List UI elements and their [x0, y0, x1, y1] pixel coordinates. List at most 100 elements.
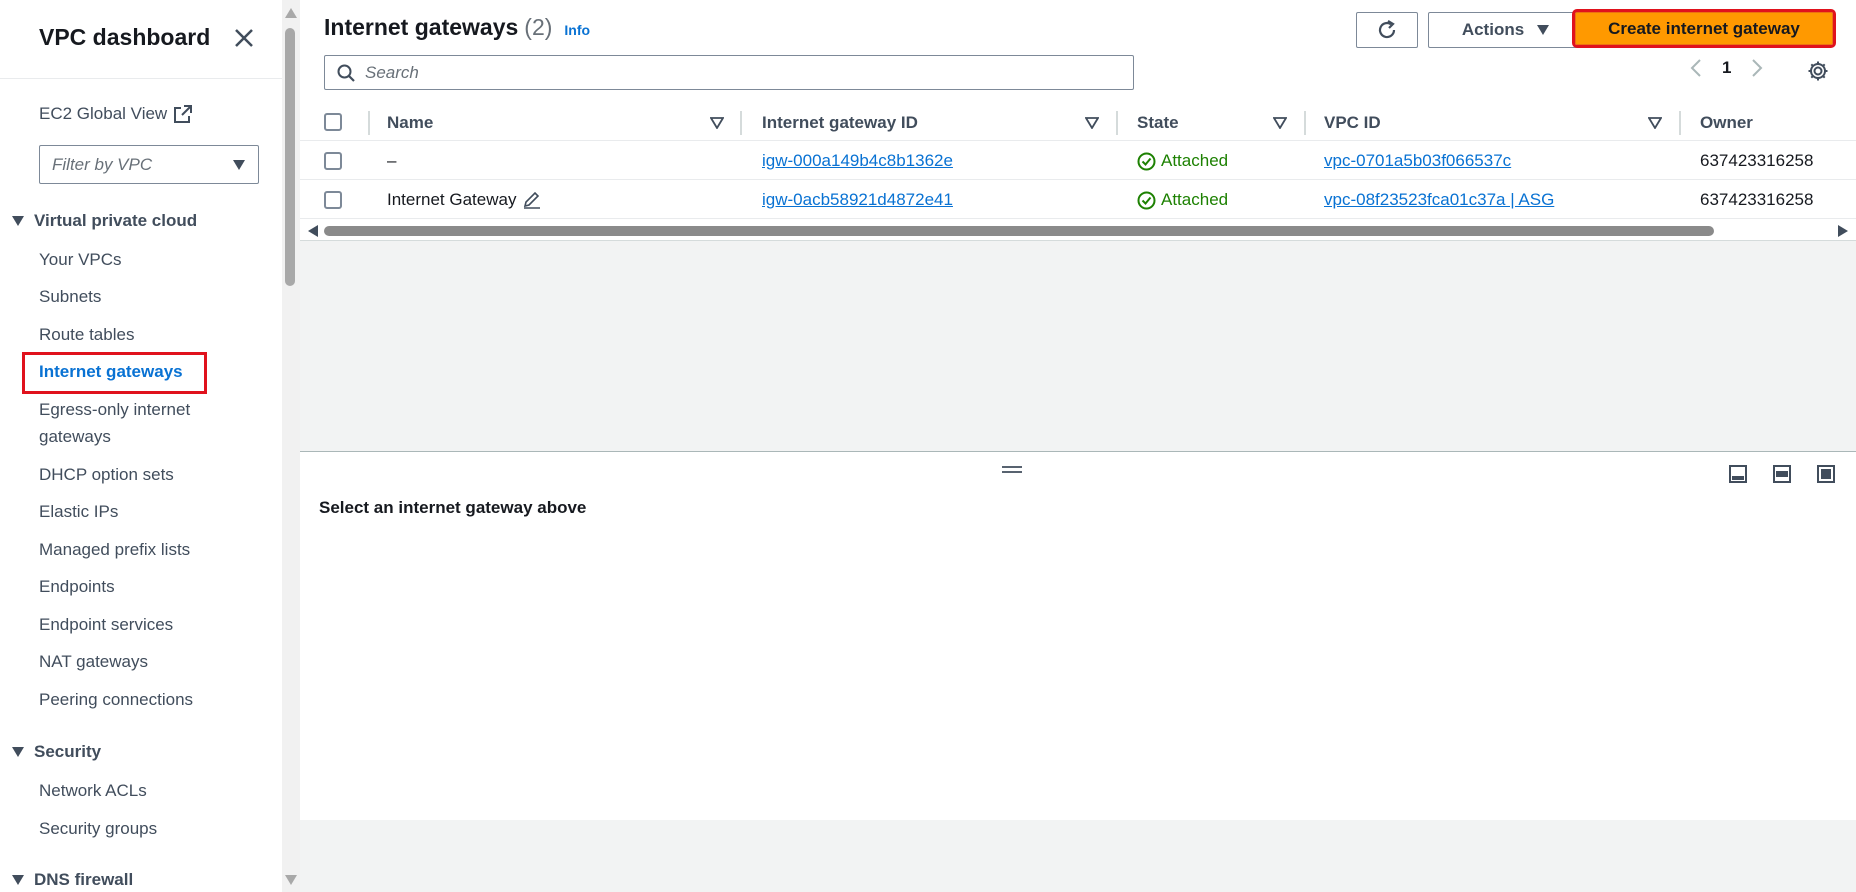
section-security[interactable]: Security: [12, 742, 101, 762]
actions-dropdown[interactable]: Actions: [1428, 12, 1584, 48]
sidebar-item-egress-only-internet-gateways[interactable]: Egress-only internet gateways: [39, 396, 239, 450]
cell-vpc-id-link[interactable]: vpc-08f23523fca01c37a | ASG: [1324, 190, 1554, 210]
split-panel-message: Select an internet gateway above: [319, 498, 587, 517]
cell-name-text: Internet Gateway: [387, 190, 517, 209]
drag-handle-icon[interactable]: [1000, 464, 1024, 476]
check-circle-icon: [1137, 152, 1156, 170]
column-divider[interactable]: [1679, 111, 1681, 135]
sidebar-item-label: EC2 Global View: [39, 104, 168, 123]
split-panel-position-controls: [1728, 464, 1836, 484]
chevron-right-icon[interactable]: [1751, 58, 1763, 78]
item-count: (2): [524, 14, 553, 40]
external-link-icon: [174, 105, 193, 123]
panel-full-icon[interactable]: [1816, 464, 1836, 484]
split-panel: Select an internet gateway above: [300, 451, 1856, 820]
caret-down-icon: [12, 875, 24, 885]
select-all-checkbox[interactable]: [324, 113, 342, 131]
section-title: Security: [34, 742, 102, 761]
info-link[interactable]: Info: [564, 22, 590, 38]
sidebar-item-your-vpcs[interactable]: Your VPCs: [39, 246, 122, 273]
page-number[interactable]: 1: [1722, 58, 1731, 78]
sidebar-item-route-tables[interactable]: Route tables: [39, 321, 134, 348]
scroll-left-icon[interactable]: [308, 225, 318, 237]
table-container: Internet gateways (2) Info Actions Creat…: [300, 0, 1856, 241]
state-label: Attached: [1161, 151, 1229, 170]
filter-placeholder: Filter by VPC: [52, 154, 153, 174]
sidebar-item-endpoints[interactable]: Endpoints: [39, 573, 115, 600]
caret-down-icon: [1537, 25, 1550, 35]
horizontal-scrollbar-thumb[interactable]: [324, 226, 1714, 236]
column-header-vpc-id[interactable]: VPC ID: [1324, 113, 1381, 133]
column-divider[interactable]: [1116, 111, 1118, 135]
column-divider[interactable]: [740, 111, 742, 135]
chevron-left-icon[interactable]: [1690, 58, 1702, 78]
cell-igw-id-link[interactable]: igw-0acb58921d4872e41: [762, 190, 953, 210]
state-label: Attached: [1161, 190, 1229, 209]
table-header: Name Internet gateway ID State VPC ID Ow…: [300, 103, 1856, 141]
gear-icon[interactable]: [1807, 60, 1829, 82]
scroll-up-icon[interactable]: [285, 8, 297, 18]
main-content: Internet gateways (2) Info Actions Creat…: [300, 0, 1856, 892]
sidebar-item-peering-connections[interactable]: Peering connections: [39, 686, 193, 713]
table-row[interactable]: Internet Gateway igw-0acb58921d4872e41 A…: [300, 180, 1856, 219]
column-divider[interactable]: [1304, 111, 1306, 135]
sidebar-item-subnets[interactable]: Subnets: [39, 283, 101, 310]
table-row[interactable]: – igw-000a149b4c8b1362e Attached vpc-070…: [300, 141, 1856, 180]
create-internet-gateway-button[interactable]: Create internet gateway: [1572, 9, 1836, 48]
search-input[interactable]: Search: [324, 55, 1134, 90]
page-title: Internet gateways (2) Info: [324, 14, 590, 41]
edit-pencil-icon[interactable]: [522, 191, 542, 209]
filter-by-vpc-select[interactable]: Filter by VPC: [39, 145, 259, 184]
scroll-down-icon[interactable]: [285, 875, 297, 885]
pagination: 1: [1690, 58, 1763, 78]
cell-name: –: [387, 151, 397, 170]
cell-state: Attached: [1137, 151, 1228, 171]
scroll-right-icon[interactable]: [1838, 225, 1848, 237]
horizontal-scrollbar[interactable]: [300, 221, 1856, 239]
refresh-button[interactable]: [1356, 12, 1418, 48]
panel-side-icon[interactable]: [1772, 464, 1792, 484]
caret-down-icon: [12, 216, 24, 226]
sidebar-title: VPC dashboard: [39, 24, 211, 50]
check-circle-icon: [1137, 191, 1156, 209]
sidebar-item-managed-prefix-lists[interactable]: Managed prefix lists: [39, 536, 190, 563]
cell-vpc-id-link[interactable]: vpc-0701a5b03f066537c: [1324, 151, 1511, 171]
sidebar-item-internet-gateways[interactable]: Internet gateways: [39, 358, 183, 385]
sidebar-item-ec2-global-view[interactable]: EC2 Global View: [39, 104, 193, 124]
column-header-internet-gateway-id[interactable]: Internet gateway ID: [762, 113, 918, 133]
cell-state: Attached: [1137, 190, 1228, 210]
sidebar-scrollbar-thumb[interactable]: [285, 28, 295, 286]
actions-label: Actions: [1461, 20, 1525, 39]
search-icon: [337, 64, 355, 82]
section-title: Virtual private cloud: [34, 211, 198, 230]
column-divider: [368, 111, 370, 135]
column-header-state[interactable]: State: [1137, 113, 1179, 133]
page-title-text: Internet gateways: [324, 14, 519, 40]
sidebar-item-nat-gateways[interactable]: NAT gateways: [39, 648, 148, 675]
sort-icon[interactable]: [1273, 117, 1287, 129]
section-virtual-private-cloud[interactable]: Virtual private cloud: [12, 211, 197, 231]
column-header-owner[interactable]: Owner: [1700, 113, 1753, 133]
sort-icon[interactable]: [710, 117, 724, 129]
sidebar-item-endpoint-services[interactable]: Endpoint services: [39, 611, 173, 638]
close-icon[interactable]: [230, 24, 258, 52]
sort-icon[interactable]: [1085, 117, 1099, 129]
section-title: DNS firewall: [34, 870, 134, 889]
column-header-name[interactable]: Name: [387, 113, 433, 133]
section-dns-firewall[interactable]: DNS firewall: [12, 870, 133, 890]
row-checkbox[interactable]: [324, 152, 342, 170]
search-placeholder: Search: [365, 62, 419, 82]
sidebar-item-security-groups[interactable]: Security groups: [39, 815, 157, 842]
refresh-icon: [1378, 20, 1396, 39]
sidebar: VPC dashboard EC2 Global View Filter by …: [0, 0, 282, 892]
row-checkbox[interactable]: [324, 191, 342, 209]
cell-owner: 637423316258: [1700, 151, 1814, 170]
caret-down-icon: [233, 160, 245, 170]
caret-down-icon: [12, 747, 24, 757]
sidebar-item-dhcp-option-sets[interactable]: DHCP option sets: [39, 461, 174, 488]
cell-igw-id-link[interactable]: igw-000a149b4c8b1362e: [762, 151, 953, 171]
panel-bottom-icon[interactable]: [1728, 464, 1748, 484]
sidebar-item-elastic-ips[interactable]: Elastic IPs: [39, 498, 118, 525]
sort-icon[interactable]: [1648, 117, 1662, 129]
sidebar-item-network-acls[interactable]: Network ACLs: [39, 777, 147, 804]
